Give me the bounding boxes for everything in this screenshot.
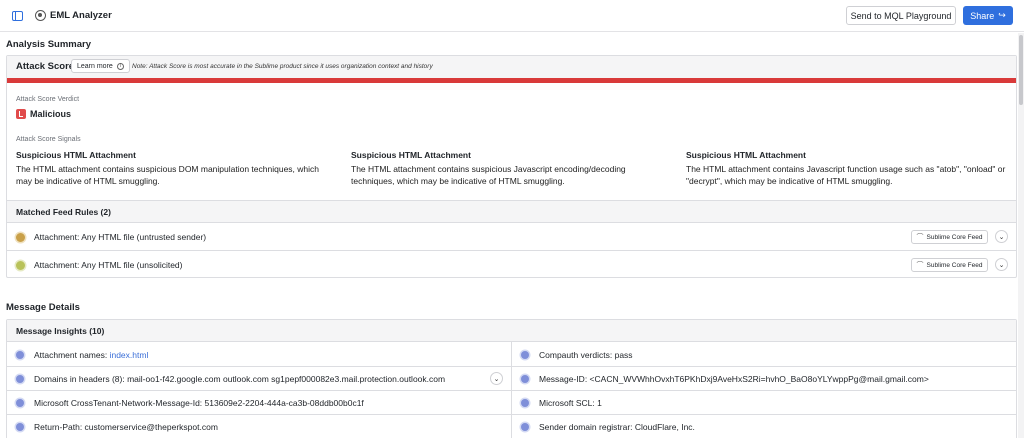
analysis-summary-heading: Analysis Summary xyxy=(6,39,92,50)
signal-item: Suspicious HTML Attachment The HTML atta… xyxy=(351,150,671,187)
insight-item: Microsoft CrossTenant-Network-Message-Id… xyxy=(7,391,511,414)
signal-description: The HTML attachment contains suspicious … xyxy=(351,164,626,186)
feed-badge[interactable]: ⌒ Sublime Core Feed xyxy=(911,258,988,272)
message-insights-panel: Message Insights (10) Attachment names: … xyxy=(6,319,1017,438)
insight-text: Domains in headers (8): mail-oo1-f42.goo… xyxy=(34,374,446,384)
rule-severity-dot xyxy=(16,261,25,270)
insight-dot xyxy=(521,423,529,431)
insight-item: Return-Path: customerservice@theperkspot… xyxy=(7,415,511,438)
insight-dot xyxy=(16,399,24,407)
signals-label: Attack Score Signals xyxy=(16,136,81,143)
feed-badge[interactable]: ⌒ Sublime Core Feed xyxy=(911,230,988,244)
rss-icon: ⌒ xyxy=(916,262,924,269)
chevron-down-icon[interactable]: ⌄ xyxy=(995,230,1008,243)
insight-text: Sender domain registrar: CloudFlare, Inc… xyxy=(539,422,695,432)
learn-more-button[interactable]: Learn more i xyxy=(71,59,130,73)
insight-text: Attachment names: index.html xyxy=(34,350,148,360)
app-title: EML Analyzer xyxy=(50,10,112,21)
rule-row[interactable]: Attachment: Any HTML file (unsolicited) … xyxy=(7,250,1016,278)
attack-score-note: Note: Attack Score is most accurate in t… xyxy=(132,63,433,70)
scrollbar-thumb[interactable] xyxy=(1019,35,1023,105)
signal-title: Suspicious HTML Attachment xyxy=(16,150,136,160)
signal-title: Suspicious HTML Attachment xyxy=(686,150,806,160)
message-details-heading: Message Details xyxy=(6,302,80,313)
matched-rules-title: Matched Feed Rules (2) xyxy=(16,207,111,217)
insight-item: Message-ID: <CACN_WVWhhOvxhT6PKhDxj9AveH… xyxy=(512,367,1017,390)
verdict-value: Malicious xyxy=(30,109,72,119)
attack-score-header: Attack Score Learn more i Note: Attack S… xyxy=(7,56,1016,78)
top-bar: EML Analyzer Send to MQL Playground Shar… xyxy=(0,0,1024,32)
insight-item: Microsoft SCL: 1 xyxy=(512,391,1017,414)
message-insights-header: Message Insights (10) xyxy=(7,320,1016,342)
share-arrow-icon: ↪ xyxy=(998,10,1006,20)
sidebar-toggle-icon[interactable] xyxy=(12,11,23,21)
signal-item: Suspicious HTML Attachment The HTML atta… xyxy=(16,150,336,187)
rss-icon: ⌒ xyxy=(916,234,924,241)
verdict-label: Attack Score Verdict xyxy=(16,96,80,103)
signal-description: The HTML attachment contains suspicious … xyxy=(16,164,319,186)
attachment-link[interactable]: index.html xyxy=(110,350,149,360)
insight-dot xyxy=(521,375,529,383)
signal-title: Suspicious HTML Attachment xyxy=(351,150,471,160)
rule-name: Attachment: Any HTML file (unsolicited) xyxy=(34,260,183,270)
insight-dot xyxy=(521,399,529,407)
rule-severity-dot xyxy=(16,233,25,242)
share-button[interactable]: Share ↪ xyxy=(963,6,1013,25)
insight-dot xyxy=(16,375,24,383)
send-to-mql-playground-button[interactable]: Send to MQL Playground xyxy=(846,6,956,25)
chevron-down-icon[interactable]: ⌄ xyxy=(995,258,1008,271)
insight-text: Message-ID: <CACN_WVWhhOvxhT6PKhDxj9AveH… xyxy=(539,374,929,384)
share-button-label: Share xyxy=(970,10,995,21)
learn-more-label: Learn more xyxy=(77,62,113,70)
insight-item: Sender domain registrar: CloudFlare, Inc… xyxy=(512,415,1017,438)
insight-label: Attachment names: xyxy=(34,350,110,360)
insight-text: Compauth verdicts: pass xyxy=(539,350,633,360)
insight-dot xyxy=(16,423,24,431)
signal-item: Suspicious HTML Attachment The HTML atta… xyxy=(686,150,1006,187)
malicious-icon xyxy=(16,109,26,119)
feed-name: Sublime Core Feed xyxy=(926,261,983,269)
feed-name: Sublime Core Feed xyxy=(926,233,983,241)
insight-text: Return-Path: customerservice@theperkspot… xyxy=(34,422,218,432)
attack-score-panel: Attack Score Learn more i Note: Attack S… xyxy=(6,55,1017,278)
rule-row[interactable]: Attachment: Any HTML file (untrusted sen… xyxy=(7,222,1016,250)
signal-description: The HTML attachment contains Javascript … xyxy=(686,164,1006,186)
message-insights-title: Message Insights (10) xyxy=(16,326,105,336)
insight-item: Compauth verdicts: pass xyxy=(512,343,1017,366)
app-logo-icon xyxy=(35,10,46,21)
insight-dot xyxy=(16,351,24,359)
attack-score-bar xyxy=(7,78,1016,83)
insight-text: Microsoft SCL: 1 xyxy=(539,398,602,408)
insight-item: Attachment names: index.html xyxy=(7,343,511,366)
insight-text: Microsoft CrossTenant-Network-Message-Id… xyxy=(34,398,364,408)
insight-item: Domains in headers (8): mail-oo1-f42.goo… xyxy=(7,367,511,390)
rule-name: Attachment: Any HTML file (untrusted sen… xyxy=(34,232,207,242)
insight-dot xyxy=(521,351,529,359)
info-icon: i xyxy=(116,62,124,70)
matched-rules-header: Matched Feed Rules (2) xyxy=(7,200,1016,222)
chevron-down-icon[interactable]: ⌄ xyxy=(490,372,503,385)
attack-score-title: Attack Score xyxy=(16,61,75,72)
